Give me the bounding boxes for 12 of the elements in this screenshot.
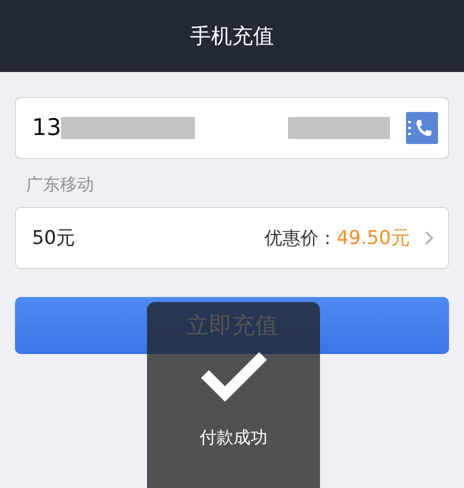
amount-value: 50元: [32, 226, 76, 251]
chevron-icon: [424, 230, 434, 246]
nav-title: 手机充值: [190, 23, 274, 50]
phone-icon[interactable]: [406, 112, 438, 144]
phone-number: 13: [32, 115, 62, 141]
phone-field[interactable]: 13: [15, 97, 449, 159]
toast-message: 付款成功: [200, 427, 268, 449]
checkmark-icon: [200, 350, 266, 402]
discount-price: 49.50元: [336, 226, 410, 251]
discount-label: 优惠价：: [264, 227, 337, 250]
carrier-label: 广东移动: [25, 174, 95, 197]
amount-row[interactable]: 50元 优惠价：49.50元: [15, 207, 449, 269]
